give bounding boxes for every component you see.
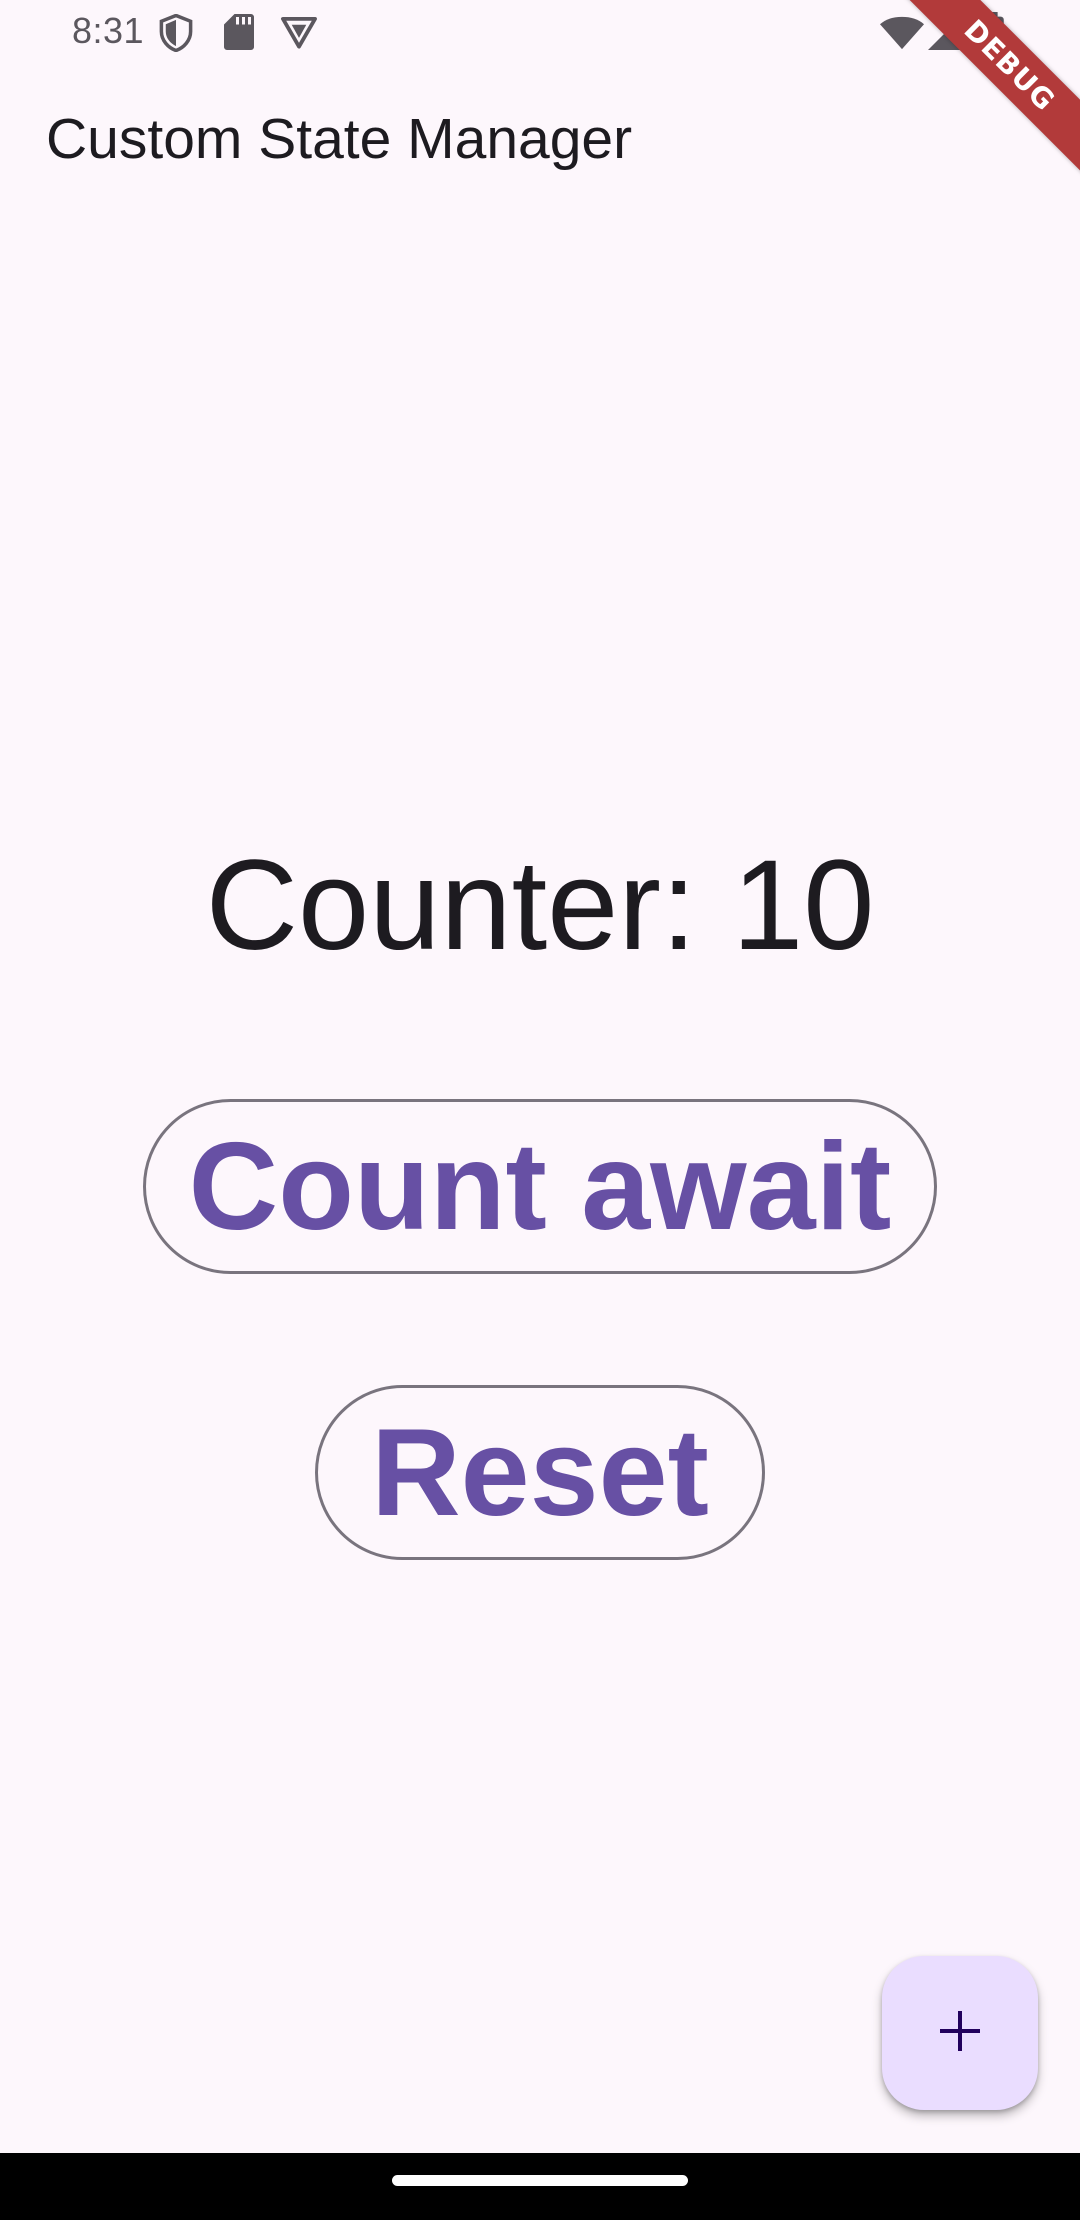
app-bar-title: Custom State Manager: [46, 107, 633, 171]
wifi-icon: [880, 16, 924, 55]
reset-button[interactable]: Reset: [315, 1385, 765, 1560]
count-await-button[interactable]: Count await: [143, 1099, 937, 1274]
home-gesture-handle[interactable]: [392, 2175, 688, 2186]
reset-button-label: Reset: [371, 1403, 709, 1542]
status-time: 8:31: [72, 10, 145, 51]
sd-card-icon: [224, 14, 254, 55]
status-bar: 8:31: [0, 0, 1080, 66]
app-screen: 8:31 DEBUG Custom State Manager Counter:…: [0, 0, 1080, 2220]
count-await-button-label: Count await: [188, 1117, 892, 1256]
shield-icon: [158, 13, 194, 57]
counter-text: Counter: 10: [205, 834, 875, 977]
add-fab-button[interactable]: [882, 1956, 1038, 2110]
vpn-icon: [280, 14, 318, 55]
plus-icon: [938, 2009, 982, 2058]
system-nav-bar: [0, 2153, 1080, 2220]
